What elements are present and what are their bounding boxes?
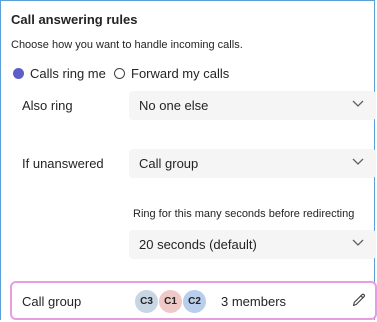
chevron-down-icon bbox=[352, 100, 364, 107]
radio-label: Forward my calls bbox=[131, 65, 230, 81]
radio-unselected-icon bbox=[114, 67, 125, 79]
pencil-icon[interactable] bbox=[351, 292, 367, 308]
dropdown-value: 20 seconds (default) bbox=[139, 237, 257, 252]
avatar: C2 bbox=[182, 289, 207, 314]
member-count: 3 members bbox=[221, 294, 287, 309]
avatar: C3 bbox=[134, 289, 159, 314]
section-subtitle: Choose how you want to handle incoming c… bbox=[11, 39, 243, 51]
call-answering-panel: Call answering rules Choose how you want… bbox=[0, 0, 377, 320]
call-group-card[interactable]: Call group C3 C1 C2 3 members bbox=[10, 281, 377, 320]
radio-selected-icon bbox=[13, 67, 24, 79]
ring-timeout-dropdown[interactable]: 20 seconds (default) bbox=[129, 230, 376, 259]
radio-label: Calls ring me bbox=[30, 65, 106, 81]
if-unanswered-dropdown[interactable]: Call group bbox=[129, 149, 376, 178]
dropdown-value: No one else bbox=[139, 98, 209, 113]
also-ring-label: Also ring bbox=[22, 98, 73, 113]
also-ring-dropdown[interactable]: No one else bbox=[129, 91, 376, 120]
radio-calls-ring-me[interactable]: Calls ring me bbox=[13, 64, 106, 82]
call-group-label: Call group bbox=[22, 294, 82, 309]
chevron-down-icon bbox=[352, 158, 364, 165]
ring-timeout-label: Ring for this many seconds before redire… bbox=[133, 208, 355, 220]
section-title: Call answering rules bbox=[11, 12, 138, 27]
radio-forward-my-calls[interactable]: Forward my calls bbox=[114, 64, 229, 82]
if-unanswered-label: If unanswered bbox=[22, 156, 104, 171]
dropdown-value: Call group bbox=[139, 156, 199, 171]
avatar: C1 bbox=[158, 289, 183, 314]
chevron-down-icon bbox=[352, 239, 364, 246]
